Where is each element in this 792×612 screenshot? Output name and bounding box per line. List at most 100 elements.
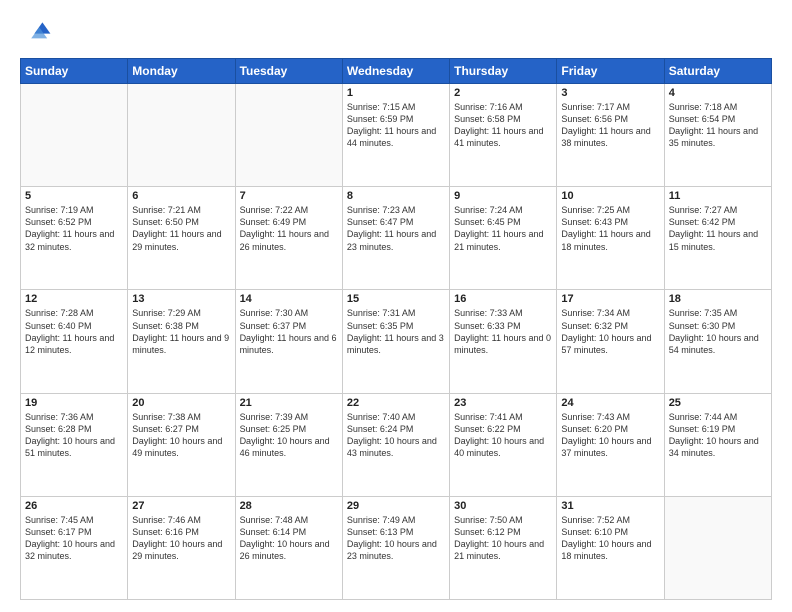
day-info: Sunrise: 7:40 AM Sunset: 6:24 PM Dayligh…: [347, 411, 445, 460]
calendar-cell: 21 Sunrise: 7:39 AM Sunset: 6:25 PM Dayli…: [235, 393, 342, 496]
day-number: 18: [669, 293, 767, 305]
day-info: Sunrise: 7:17 AM Sunset: 6:56 PM Dayligh…: [561, 101, 659, 150]
day-info: Sunrise: 7:31 AM Sunset: 6:35 PM Dayligh…: [347, 307, 445, 356]
calendar-cell: 15 Sunrise: 7:31 AM Sunset: 6:35 PM Dayli…: [342, 290, 449, 393]
calendar-cell: [235, 84, 342, 187]
calendar-day-header: Tuesday: [235, 59, 342, 84]
day-info: Sunrise: 7:27 AM Sunset: 6:42 PM Dayligh…: [669, 204, 767, 253]
calendar-cell: 25 Sunrise: 7:44 AM Sunset: 6:19 PM Dayli…: [664, 393, 771, 496]
calendar-day-header: Monday: [128, 59, 235, 84]
day-info: Sunrise: 7:33 AM Sunset: 6:33 PM Dayligh…: [454, 307, 552, 356]
calendar-cell: 22 Sunrise: 7:40 AM Sunset: 6:24 PM Dayli…: [342, 393, 449, 496]
day-info: Sunrise: 7:35 AM Sunset: 6:30 PM Dayligh…: [669, 307, 767, 356]
calendar-cell: [21, 84, 128, 187]
calendar-cell: 26 Sunrise: 7:45 AM Sunset: 6:17 PM Dayli…: [21, 496, 128, 599]
calendar-cell: 13 Sunrise: 7:29 AM Sunset: 6:38 PM Dayli…: [128, 290, 235, 393]
day-info: Sunrise: 7:50 AM Sunset: 6:12 PM Dayligh…: [454, 514, 552, 563]
calendar-cell: 30 Sunrise: 7:50 AM Sunset: 6:12 PM Dayli…: [450, 496, 557, 599]
calendar-cell: 17 Sunrise: 7:34 AM Sunset: 6:32 PM Dayli…: [557, 290, 664, 393]
calendar-cell: 11 Sunrise: 7:27 AM Sunset: 6:42 PM Dayli…: [664, 187, 771, 290]
calendar-cell: 10 Sunrise: 7:25 AM Sunset: 6:43 PM Dayli…: [557, 187, 664, 290]
calendar-cell: 29Sunrise: 7:49 AM Sunset: 6:13 PM Dayli…: [342, 496, 449, 599]
day-number: 17: [561, 293, 659, 305]
day-number: 27: [132, 500, 230, 512]
day-number: 14: [240, 293, 338, 305]
calendar-cell: 31 Sunrise: 7:52 AM Sunset: 6:10 PM Dayli…: [557, 496, 664, 599]
day-info: Sunrise: 7:45 AM Sunset: 6:17 PM Dayligh…: [25, 514, 123, 563]
day-info: Sunrise: 7:46 AM Sunset: 6:16 PM Dayligh…: [132, 514, 230, 563]
day-info: Sunrise: 7:23 AM Sunset: 6:47 PM Dayligh…: [347, 204, 445, 253]
logo-icon: [20, 16, 52, 48]
day-number: 8: [347, 190, 445, 202]
day-info: Sunrise: 7:28 AM Sunset: 6:40 PM Dayligh…: [25, 307, 123, 356]
day-info: Sunrise: 7:16 AM Sunset: 6:58 PM Dayligh…: [454, 101, 552, 150]
day-info: Sunrise: 7:22 AM Sunset: 6:49 PM Dayligh…: [240, 204, 338, 253]
day-number: 16: [454, 293, 552, 305]
day-info: Sunrise: 7:39 AM Sunset: 6:25 PM Dayligh…: [240, 411, 338, 460]
day-info: Sunrise: 7:25 AM Sunset: 6:43 PM Dayligh…: [561, 204, 659, 253]
day-number: 2: [454, 87, 552, 99]
day-number: 20: [132, 397, 230, 409]
day-info: Sunrise: 7:36 AM Sunset: 6:28 PM Dayligh…: [25, 411, 123, 460]
day-number: 15: [347, 293, 445, 305]
day-info: Sunrise: 7:15 AM Sunset: 6:59 PM Dayligh…: [347, 101, 445, 150]
calendar-cell: 5 Sunrise: 7:19 AM Sunset: 6:52 PM Daylig…: [21, 187, 128, 290]
day-number: 6: [132, 190, 230, 202]
day-number: 7: [240, 190, 338, 202]
day-number: 25: [669, 397, 767, 409]
calendar-cell: 4 Sunrise: 7:18 AM Sunset: 6:54 PM Daylig…: [664, 84, 771, 187]
calendar-week-row: 19 Sunrise: 7:36 AM Sunset: 6:28 PM Dayli…: [21, 393, 772, 496]
day-number: 21: [240, 397, 338, 409]
day-info: Sunrise: 7:52 AM Sunset: 6:10 PM Dayligh…: [561, 514, 659, 563]
day-info: Sunrise: 7:49 AM Sunset: 6:13 PM Dayligh…: [347, 514, 445, 563]
calendar-cell: 12 Sunrise: 7:28 AM Sunset: 6:40 PM Dayli…: [21, 290, 128, 393]
logo: [20, 16, 56, 48]
calendar-day-header: Sunday: [21, 59, 128, 84]
calendar-cell: 6Sunrise: 7:21 AM Sunset: 6:50 PM Daylig…: [128, 187, 235, 290]
calendar-cell: 2 Sunrise: 7:16 AM Sunset: 6:58 PM Daylig…: [450, 84, 557, 187]
calendar-cell: 9Sunrise: 7:24 AM Sunset: 6:45 PM Daylig…: [450, 187, 557, 290]
calendar-header-row: SundayMondayTuesdayWednesdayThursdayFrid…: [21, 59, 772, 84]
day-number: 31: [561, 500, 659, 512]
header: [20, 16, 772, 48]
calendar-cell: 16 Sunrise: 7:33 AM Sunset: 6:33 PM Dayli…: [450, 290, 557, 393]
day-info: Sunrise: 7:30 AM Sunset: 6:37 PM Dayligh…: [240, 307, 338, 356]
calendar-week-row: 26 Sunrise: 7:45 AM Sunset: 6:17 PM Dayli…: [21, 496, 772, 599]
day-info: Sunrise: 7:29 AM Sunset: 6:38 PM Dayligh…: [132, 307, 230, 356]
calendar-cell: [128, 84, 235, 187]
day-number: 13: [132, 293, 230, 305]
day-number: 5: [25, 190, 123, 202]
page: SundayMondayTuesdayWednesdayThursdayFrid…: [0, 0, 792, 612]
day-number: 9: [454, 190, 552, 202]
calendar-cell: 24Sunrise: 7:43 AM Sunset: 6:20 PM Dayli…: [557, 393, 664, 496]
day-number: 22: [347, 397, 445, 409]
calendar-cell: [664, 496, 771, 599]
calendar-cell: 1 Sunrise: 7:15 AM Sunset: 6:59 PM Daylig…: [342, 84, 449, 187]
day-info: Sunrise: 7:18 AM Sunset: 6:54 PM Dayligh…: [669, 101, 767, 150]
day-info: Sunrise: 7:41 AM Sunset: 6:22 PM Dayligh…: [454, 411, 552, 460]
day-info: Sunrise: 7:44 AM Sunset: 6:19 PM Dayligh…: [669, 411, 767, 460]
calendar-cell: 7 Sunrise: 7:22 AM Sunset: 6:49 PM Daylig…: [235, 187, 342, 290]
calendar-cell: 28Sunrise: 7:48 AM Sunset: 6:14 PM Dayli…: [235, 496, 342, 599]
day-number: 19: [25, 397, 123, 409]
day-number: 24: [561, 397, 659, 409]
day-info: Sunrise: 7:48 AM Sunset: 6:14 PM Dayligh…: [240, 514, 338, 563]
calendar-cell: 14 Sunrise: 7:30 AM Sunset: 6:37 PM Dayli…: [235, 290, 342, 393]
calendar-cell: 20Sunrise: 7:38 AM Sunset: 6:27 PM Dayli…: [128, 393, 235, 496]
day-info: Sunrise: 7:19 AM Sunset: 6:52 PM Dayligh…: [25, 204, 123, 253]
day-number: 26: [25, 500, 123, 512]
day-number: 12: [25, 293, 123, 305]
day-number: 23: [454, 397, 552, 409]
day-number: 3: [561, 87, 659, 99]
day-number: 4: [669, 87, 767, 99]
calendar-cell: 19 Sunrise: 7:36 AM Sunset: 6:28 PM Dayli…: [21, 393, 128, 496]
day-number: 1: [347, 87, 445, 99]
day-info: Sunrise: 7:34 AM Sunset: 6:32 PM Dayligh…: [561, 307, 659, 356]
calendar-day-header: Thursday: [450, 59, 557, 84]
day-number: 30: [454, 500, 552, 512]
day-number: 11: [669, 190, 767, 202]
calendar-day-header: Saturday: [664, 59, 771, 84]
day-number: 10: [561, 190, 659, 202]
calendar-week-row: 1 Sunrise: 7:15 AM Sunset: 6:59 PM Daylig…: [21, 84, 772, 187]
calendar-cell: 8 Sunrise: 7:23 AM Sunset: 6:47 PM Daylig…: [342, 187, 449, 290]
